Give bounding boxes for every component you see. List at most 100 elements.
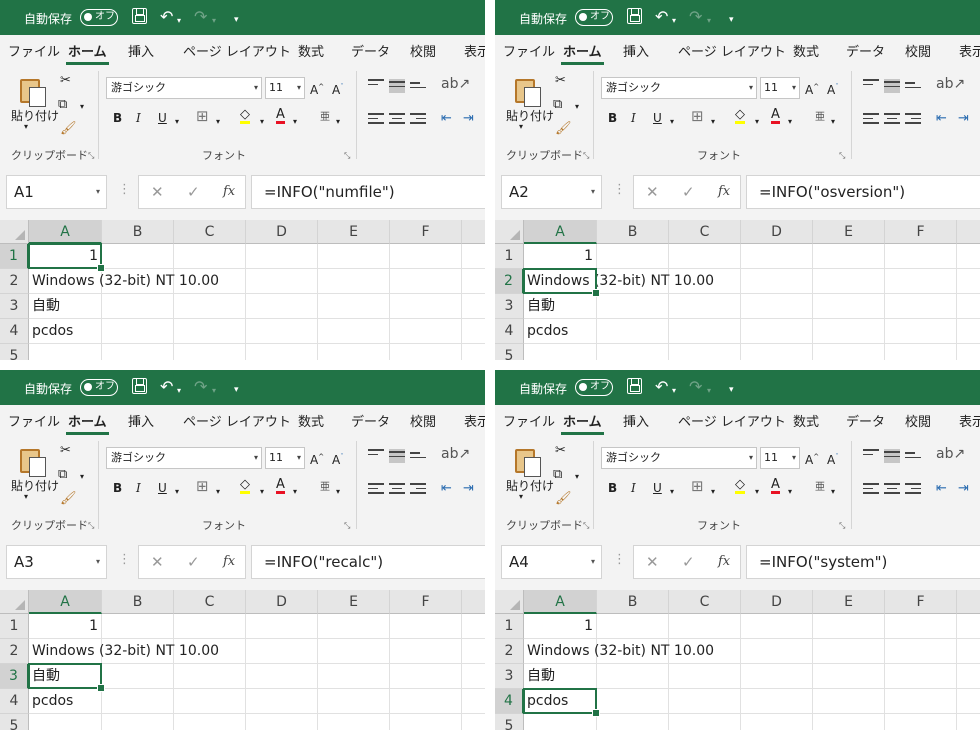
cut-icon[interactable]: ✂ [555, 443, 566, 458]
undo-dropdown-icon[interactable]: ▾ [672, 382, 676, 400]
tab-formulas[interactable]: 数式 [793, 41, 819, 60]
underline-button[interactable]: U [653, 481, 662, 495]
phonetic-icon[interactable]: 亜 [815, 111, 825, 125]
border-dropdown-icon[interactable]: ▾ [216, 115, 220, 129]
border-icon[interactable]: ⊞ [691, 479, 704, 494]
tab-review[interactable]: 校閲 [905, 411, 931, 430]
font-launcher-icon[interactable]: ⤡ [344, 151, 350, 161]
column-header-d[interactable]: D [741, 220, 813, 244]
align-top-icon[interactable] [863, 449, 879, 463]
align-center-icon[interactable] [389, 483, 405, 497]
copy-dropdown-icon[interactable]: ▾ [575, 469, 579, 484]
row-header-1[interactable]: 1 [0, 614, 29, 639]
tab-file[interactable]: ファイル [8, 41, 60, 60]
clipboard-launcher-icon[interactable]: ⤡ [88, 151, 94, 161]
column-header-g[interactable] [462, 220, 485, 244]
save-icon[interactable] [627, 8, 642, 24]
column-header-d[interactable]: D [246, 590, 318, 614]
underline-button[interactable]: U [158, 111, 167, 125]
decrease-indent-icon[interactable]: ⇤ [936, 111, 947, 126]
underline-button[interactable]: U [653, 111, 662, 125]
paste-button-label[interactable]: 貼り付け [11, 107, 59, 124]
formula-input[interactable]: =INFO("numfile") [251, 175, 485, 209]
align-center-icon[interactable] [884, 113, 900, 127]
name-box[interactable]: A2 ▾ [501, 175, 602, 209]
phonetic-dropdown-icon[interactable]: ▾ [831, 485, 835, 499]
column-header-g[interactable] [957, 220, 980, 244]
cell-a3[interactable]: 自動 [524, 294, 558, 319]
increase-indent-icon[interactable]: ⇥ [463, 481, 474, 496]
tab-view[interactable]: 表示 [959, 411, 980, 430]
decrease-indent-icon[interactable]: ⇤ [441, 111, 452, 126]
redo-dropdown-icon[interactable]: ▾ [707, 12, 711, 30]
font-name-select[interactable]: 游ゴシック ▾ [106, 77, 262, 99]
align-middle-icon[interactable] [389, 449, 405, 463]
decrease-indent-icon[interactable]: ⇤ [936, 481, 947, 496]
increase-indent-icon[interactable]: ⇥ [958, 111, 969, 126]
row-header-2[interactable]: 2 [0, 639, 29, 664]
redo-dropdown-icon[interactable]: ▾ [212, 382, 216, 400]
tab-page-layout[interactable]: ページ レイアウト [183, 411, 291, 430]
column-header-g[interactable] [957, 590, 980, 614]
cell-a2[interactable]: Windows (32-bit) NT 10.00 [524, 639, 717, 664]
tab-home[interactable]: ホーム [561, 41, 604, 65]
underline-button[interactable]: U [158, 481, 167, 495]
align-left-icon[interactable] [863, 483, 879, 497]
column-header-b[interactable]: B [597, 220, 669, 244]
align-middle-icon[interactable] [389, 79, 405, 93]
row-header-3[interactable]: 3 [0, 664, 29, 689]
increase-indent-icon[interactable]: ⇥ [958, 481, 969, 496]
format-painter-icon[interactable]: 🖌 [555, 491, 572, 506]
column-header-a[interactable]: A [29, 590, 102, 614]
font-launcher-icon[interactable]: ⤡ [839, 151, 845, 161]
redo-icon[interactable]: ↷ [194, 378, 207, 396]
cut-icon[interactable]: ✂ [60, 73, 71, 88]
shrink-font-icon[interactable]: Aˇ [827, 450, 839, 468]
customize-toolbar-icon[interactable]: ▾ [729, 381, 734, 399]
select-all-button[interactable] [0, 590, 29, 614]
grow-font-icon[interactable]: A^ [310, 80, 324, 98]
copy-dropdown-icon[interactable]: ▾ [80, 469, 84, 484]
orientation-icon[interactable]: ab↗ [441, 447, 470, 462]
function-icon[interactable]: fx [718, 554, 730, 569]
fill-color-dropdown-icon[interactable]: ▾ [755, 115, 759, 129]
fill-color-dropdown-icon[interactable]: ▾ [260, 115, 264, 129]
redo-dropdown-icon[interactable]: ▾ [707, 382, 711, 400]
row-header-2[interactable]: 2 [0, 269, 29, 294]
font-color-dropdown-icon[interactable]: ▾ [293, 115, 297, 129]
fill-color-icon[interactable]: ◇ [735, 478, 745, 494]
cell-a1[interactable]: 1 [524, 244, 596, 269]
align-middle-icon[interactable] [884, 449, 900, 463]
cancel-icon[interactable]: ✕ [151, 183, 164, 201]
row-header-1[interactable]: 1 [0, 244, 29, 269]
row-header-3[interactable]: 3 [495, 294, 524, 319]
save-icon[interactable] [627, 378, 642, 394]
autosave-toggle[interactable]: オフ [80, 9, 118, 26]
font-launcher-icon[interactable]: ⤡ [839, 521, 845, 531]
font-size-select[interactable]: 11 ▾ [760, 447, 800, 469]
align-right-icon[interactable] [410, 483, 426, 497]
column-header-f[interactable]: F [390, 590, 462, 614]
paste-button-label[interactable]: 貼り付け [11, 477, 59, 494]
tab-home[interactable]: ホーム [66, 41, 109, 65]
phonetic-dropdown-icon[interactable]: ▾ [831, 115, 835, 129]
font-color-icon[interactable]: A [771, 478, 780, 494]
formula-bar-grip-icon[interactable]: ⋮ [118, 552, 131, 567]
enter-icon[interactable]: ✓ [187, 553, 200, 571]
column-header-f[interactable]: F [885, 220, 957, 244]
bold-button[interactable]: B [113, 481, 122, 495]
cell-a4[interactable]: pcdos [29, 319, 76, 344]
underline-dropdown-icon[interactable]: ▾ [175, 485, 179, 499]
tab-formulas[interactable]: 数式 [298, 411, 324, 430]
formula-bar-grip-icon[interactable]: ⋮ [613, 182, 626, 197]
tab-formulas[interactable]: 数式 [298, 41, 324, 60]
redo-icon[interactable]: ↷ [194, 8, 207, 26]
paste-dropdown-icon[interactable]: ▾ [519, 492, 523, 501]
bold-button[interactable]: B [608, 111, 617, 125]
border-dropdown-icon[interactable]: ▾ [711, 485, 715, 499]
tab-insert[interactable]: 挿入 [623, 411, 649, 430]
autosave-toggle[interactable]: オフ [80, 379, 118, 396]
row-header-3[interactable]: 3 [495, 664, 524, 689]
underline-dropdown-icon[interactable]: ▾ [175, 115, 179, 129]
function-icon[interactable]: fx [223, 554, 235, 569]
